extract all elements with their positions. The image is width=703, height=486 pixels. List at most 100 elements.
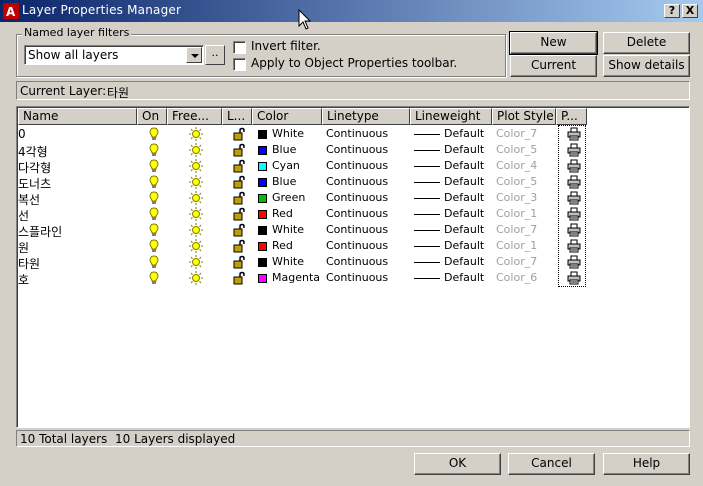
layer-row[interactable]: 0 White Continuous Default Color_7 <box>18 126 688 142</box>
layer-color-name[interactable]: Green <box>272 191 305 204</box>
set-current-button[interactable]: Current <box>510 55 597 77</box>
layer-color-name[interactable]: Red <box>272 207 293 220</box>
new-layer-button[interactable]: New <box>509 31 598 55</box>
show-details-button[interactable]: Show details <box>603 55 690 77</box>
layer-linetype[interactable]: Continuous <box>326 159 388 172</box>
column-header-name[interactable]: Name <box>18 108 137 125</box>
color-swatch[interactable] <box>258 130 267 139</box>
cancel-button[interactable]: Cancel <box>508 453 595 475</box>
color-swatch[interactable] <box>258 210 267 219</box>
layer-row[interactable]: 4각형 Blue Continuous Default Color_5 <box>18 142 688 159</box>
layer-lineweight[interactable]: Default <box>444 175 484 188</box>
layer-lineweight[interactable]: Default <box>444 143 484 156</box>
color-swatch[interactable] <box>258 242 267 251</box>
color-swatch[interactable] <box>258 226 267 235</box>
color-swatch[interactable] <box>258 258 267 267</box>
layer-lineweight[interactable]: Default <box>444 127 484 140</box>
sun-icon[interactable] <box>189 239 203 253</box>
layer-linetype[interactable]: Continuous <box>326 239 388 252</box>
lightbulb-icon[interactable] <box>147 239 161 253</box>
layer-linetype[interactable]: Continuous <box>326 271 388 284</box>
lightbulb-icon[interactable] <box>147 175 161 189</box>
layer-color-name[interactable]: White <box>272 223 304 236</box>
layer-name[interactable]: 호 <box>18 271 29 288</box>
lightbulb-icon[interactable] <box>147 271 161 285</box>
sun-icon[interactable] <box>189 255 203 269</box>
layer-lineweight[interactable]: Default <box>444 223 484 236</box>
layer-linetype[interactable]: Continuous <box>326 127 388 140</box>
unlock-icon[interactable] <box>232 271 246 285</box>
layer-list[interactable]: Name On Free... L... Color Linetype Line… <box>16 106 690 428</box>
unlock-icon[interactable] <box>232 191 246 205</box>
delete-layer-button[interactable]: Delete <box>603 32 690 54</box>
column-header-on[interactable]: On <box>137 108 167 125</box>
lightbulb-icon[interactable] <box>147 191 161 205</box>
layer-name[interactable]: 0 <box>18 127 26 141</box>
lightbulb-icon[interactable] <box>147 159 161 173</box>
layer-linetype[interactable]: Continuous <box>326 255 388 268</box>
sun-icon[interactable] <box>189 191 203 205</box>
sun-icon[interactable] <box>189 127 203 141</box>
layer-lineweight[interactable]: Default <box>444 239 484 252</box>
sun-icon[interactable] <box>189 223 203 237</box>
layer-color-name[interactable]: White <box>272 255 304 268</box>
unlock-icon[interactable] <box>232 175 246 189</box>
unlock-icon[interactable] <box>232 143 246 157</box>
sun-icon[interactable] <box>189 271 203 285</box>
column-header-lineweight[interactable]: Lineweight <box>410 108 492 125</box>
layer-row[interactable]: 복선 Green Continuous Default Color_3 <box>18 190 688 207</box>
color-swatch[interactable] <box>258 146 267 155</box>
help-title-button[interactable]: ? <box>664 4 680 18</box>
layer-linetype[interactable]: Continuous <box>326 175 388 188</box>
layer-row[interactable]: 선 Red Continuous Default Color_1 <box>18 206 688 223</box>
column-header-freeze[interactable]: Free... <box>167 108 222 125</box>
color-swatch[interactable] <box>258 178 267 187</box>
layer-row[interactable]: 원 Red Continuous Default Color_1 <box>18 238 688 255</box>
help-button[interactable]: Help <box>603 453 690 475</box>
sun-icon[interactable] <box>189 175 203 189</box>
layer-row[interactable]: 호 Magenta Continuous Default Color_6 <box>18 270 688 288</box>
layer-lineweight[interactable]: Default <box>444 159 484 172</box>
layer-linetype[interactable]: Continuous <box>326 223 388 236</box>
column-header-plot-style[interactable]: Plot Style <box>492 108 556 125</box>
column-header-linetype[interactable]: Linetype <box>322 108 410 125</box>
unlock-icon[interactable] <box>232 159 246 173</box>
column-header-plot[interactable]: P... <box>556 108 587 125</box>
chevron-down-icon[interactable] <box>186 47 202 63</box>
color-swatch[interactable] <box>258 162 267 171</box>
unlock-icon[interactable] <box>232 239 246 253</box>
layer-lineweight[interactable]: Default <box>444 207 484 220</box>
unlock-icon[interactable] <box>232 255 246 269</box>
sun-icon[interactable] <box>189 207 203 221</box>
invert-filter-checkbox[interactable] <box>233 41 246 54</box>
layer-color-name[interactable]: Red <box>272 239 293 252</box>
unlock-icon[interactable] <box>232 207 246 221</box>
layer-filter-dropdown[interactable]: Show all layers <box>24 45 204 65</box>
layer-linetype[interactable]: Continuous <box>326 143 388 156</box>
layer-color-name[interactable]: Cyan <box>272 159 300 172</box>
lightbulb-icon[interactable] <box>147 143 161 157</box>
unlock-icon[interactable] <box>232 127 246 141</box>
apply-toolbar-checkbox[interactable] <box>233 58 246 71</box>
layer-lineweight[interactable]: Default <box>444 191 484 204</box>
layer-row[interactable]: 다각형 Cyan Continuous Default Color_4 <box>18 158 688 175</box>
layer-row[interactable]: 스플라인 White Continuous Default Color_7 <box>18 222 688 239</box>
layer-linetype[interactable]: Continuous <box>326 191 388 204</box>
layer-color-name[interactable]: Blue <box>272 175 296 188</box>
layer-color-name[interactable]: Blue <box>272 143 296 156</box>
column-header-lock[interactable]: L... <box>222 108 252 125</box>
color-swatch[interactable] <box>258 274 267 283</box>
lightbulb-icon[interactable] <box>147 207 161 221</box>
layer-color-name[interactable]: White <box>272 127 304 140</box>
color-swatch[interactable] <box>258 194 267 203</box>
layer-row[interactable]: 도너츠 Blue Continuous Default Color_5 <box>18 174 688 191</box>
lightbulb-icon[interactable] <box>147 127 161 141</box>
lightbulb-icon[interactable] <box>147 223 161 237</box>
sun-icon[interactable] <box>189 159 203 173</box>
layer-color-name[interactable]: Magenta <box>272 271 320 284</box>
close-title-button[interactable]: X <box>682 4 698 18</box>
unlock-icon[interactable] <box>232 223 246 237</box>
column-header-color[interactable]: Color <box>252 108 322 125</box>
browse-filters-button[interactable]: .. <box>205 45 225 65</box>
layer-linetype[interactable]: Continuous <box>326 207 388 220</box>
